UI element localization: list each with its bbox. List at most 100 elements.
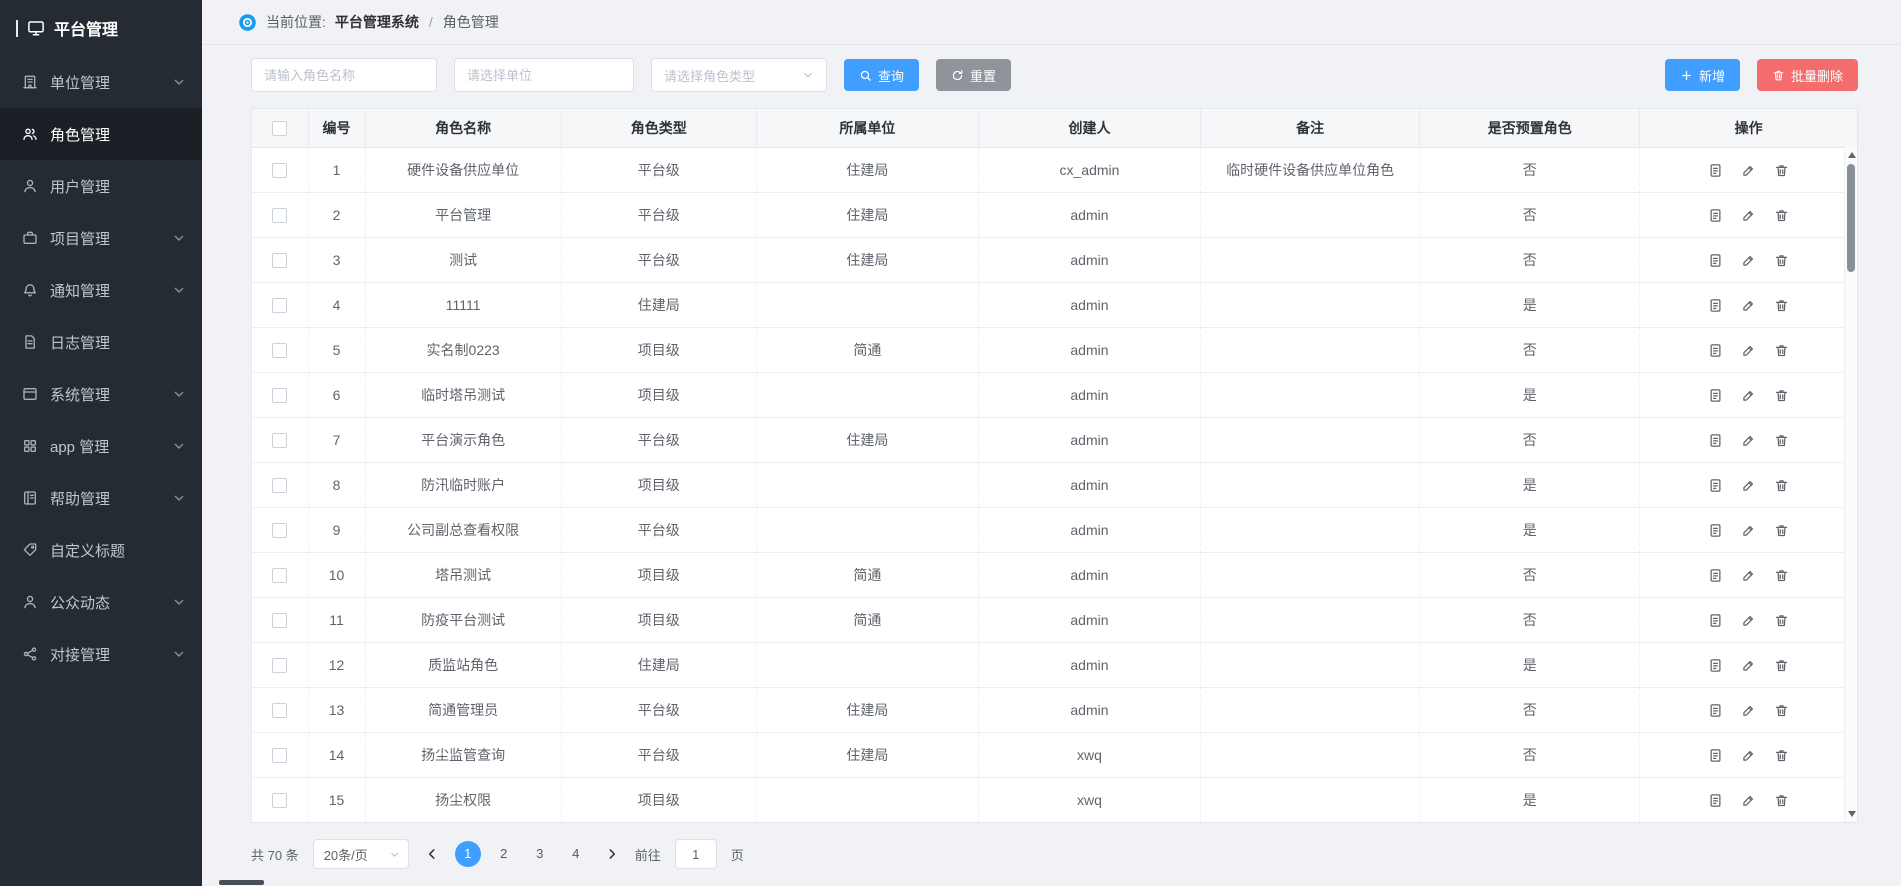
role-name-input[interactable] (251, 58, 437, 92)
role-type-select[interactable]: 请选择角色类型 (651, 58, 827, 92)
view-button[interactable] (1708, 703, 1723, 718)
row-select-cell (252, 282, 308, 327)
edit-button[interactable] (1741, 208, 1756, 223)
sidebar-item-app[interactable]: app 管理 (0, 420, 202, 472)
delete-button[interactable] (1774, 793, 1789, 808)
view-button[interactable] (1708, 388, 1723, 403)
row-checkbox[interactable] (272, 253, 287, 268)
delete-button[interactable] (1774, 208, 1789, 223)
reset-button[interactable]: 重置 (936, 59, 1011, 91)
edit-button[interactable] (1741, 748, 1756, 763)
chevron-down-icon (389, 849, 400, 860)
edit-button[interactable] (1741, 298, 1756, 313)
row-checkbox[interactable] (272, 748, 287, 763)
edit-button[interactable] (1741, 793, 1756, 808)
edit-button[interactable] (1741, 703, 1756, 718)
view-button[interactable] (1708, 793, 1723, 808)
delete-button[interactable] (1774, 388, 1789, 403)
cell-unit (756, 777, 978, 822)
sidebar-item-public-user[interactable]: 公众动态 (0, 576, 202, 628)
sidebar-item-system[interactable]: 系统管理 (0, 368, 202, 420)
row-select-cell (252, 327, 308, 372)
delete-button[interactable] (1774, 478, 1789, 493)
delete-button[interactable] (1774, 298, 1789, 313)
view-button[interactable] (1708, 433, 1723, 448)
row-checkbox[interactable] (272, 343, 287, 358)
prev-page-button[interactable] (423, 847, 441, 861)
delete-button[interactable] (1774, 433, 1789, 448)
unit-input[interactable] (454, 58, 634, 92)
edit-button[interactable] (1741, 523, 1756, 538)
delete-button[interactable] (1774, 703, 1789, 718)
delete-button[interactable] (1774, 568, 1789, 583)
view-button[interactable] (1708, 253, 1723, 268)
row-checkbox[interactable] (272, 658, 287, 673)
cell-remark (1201, 192, 1420, 237)
page-number-4[interactable]: 4 (563, 841, 589, 867)
delete-button[interactable] (1774, 523, 1789, 538)
next-page-button[interactable] (603, 847, 621, 861)
row-checkbox[interactable] (272, 478, 287, 493)
add-button[interactable]: 新增 (1665, 59, 1740, 91)
page-number-1[interactable]: 1 (455, 841, 481, 867)
edit-button[interactable] (1741, 433, 1756, 448)
delete-button[interactable] (1774, 343, 1789, 358)
platform-monitor-icon (27, 19, 45, 37)
goto-page-input[interactable] (675, 839, 717, 869)
select-all-checkbox[interactable] (272, 121, 287, 136)
row-checkbox[interactable] (272, 208, 287, 223)
view-button[interactable] (1708, 748, 1723, 763)
view-button[interactable] (1708, 478, 1723, 493)
delete-button[interactable] (1774, 658, 1789, 673)
row-checkbox[interactable] (272, 433, 287, 448)
vertical-scrollbar[interactable] (1844, 147, 1857, 822)
horizontal-scrollbar-thumb[interactable] (219, 880, 264, 885)
edit-button[interactable] (1741, 568, 1756, 583)
page-size-select[interactable]: 20条/页 (313, 839, 409, 869)
row-checkbox[interactable] (272, 793, 287, 808)
view-button[interactable] (1708, 613, 1723, 628)
edit-button[interactable] (1741, 478, 1756, 493)
horizontal-scrollbar[interactable] (202, 880, 1901, 886)
edit-button[interactable] (1741, 388, 1756, 403)
view-button[interactable] (1708, 568, 1723, 583)
scroll-up-arrow[interactable] (1848, 152, 1856, 158)
row-checkbox[interactable] (272, 568, 287, 583)
delete-button[interactable] (1774, 163, 1789, 178)
batch-delete-button[interactable]: 批量删除 (1757, 59, 1858, 91)
scrollbar-thumb[interactable] (1847, 164, 1855, 272)
row-checkbox[interactable] (272, 523, 287, 538)
row-checkbox[interactable] (272, 163, 287, 178)
sidebar-item-project[interactable]: 项目管理 (0, 212, 202, 264)
edit-button[interactable] (1741, 613, 1756, 628)
sidebar-item-building[interactable]: 单位管理 (0, 56, 202, 108)
sidebar-item-log[interactable]: 日志管理 (0, 316, 202, 368)
row-checkbox[interactable] (272, 703, 287, 718)
page-number-3[interactable]: 3 (527, 841, 553, 867)
delete-button[interactable] (1774, 748, 1789, 763)
edit-button[interactable] (1741, 343, 1756, 358)
edit-button[interactable] (1741, 253, 1756, 268)
view-button[interactable] (1708, 208, 1723, 223)
sidebar-item-tag[interactable]: 自定义标题 (0, 524, 202, 576)
edit-button[interactable] (1741, 658, 1756, 673)
view-button[interactable] (1708, 298, 1723, 313)
view-button[interactable] (1708, 343, 1723, 358)
view-button[interactable] (1708, 658, 1723, 673)
search-button[interactable]: 查询 (844, 59, 919, 91)
sidebar-item-help[interactable]: 帮助管理 (0, 472, 202, 524)
sidebar-item-user[interactable]: 用户管理 (0, 160, 202, 212)
scroll-down-arrow[interactable] (1848, 811, 1856, 817)
sidebar-item-share[interactable]: 对接管理 (0, 628, 202, 680)
view-button[interactable] (1708, 163, 1723, 178)
edit-button[interactable] (1741, 163, 1756, 178)
row-checkbox[interactable] (272, 298, 287, 313)
row-checkbox[interactable] (272, 613, 287, 628)
sidebar-item-bell[interactable]: 通知管理 (0, 264, 202, 316)
row-checkbox[interactable] (272, 388, 287, 403)
delete-button[interactable] (1774, 613, 1789, 628)
view-button[interactable] (1708, 523, 1723, 538)
delete-button[interactable] (1774, 253, 1789, 268)
sidebar-item-roles[interactable]: 角色管理 (0, 108, 202, 160)
page-number-2[interactable]: 2 (491, 841, 517, 867)
